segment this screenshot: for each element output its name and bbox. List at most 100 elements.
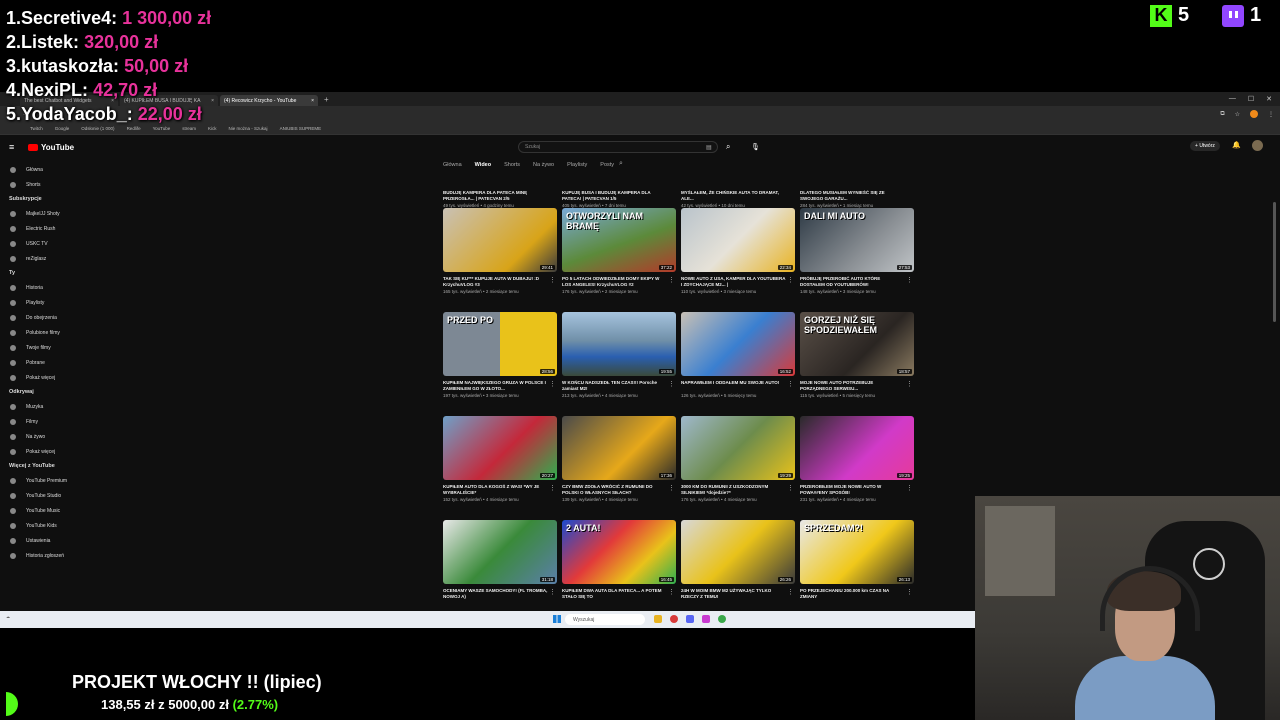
video-card[interactable]: 19:25 PRZEROBIŁEM MOJE NOWE AUTO W POWA##…	[800, 416, 914, 520]
app-icon[interactable]	[702, 615, 710, 623]
video-card[interactable]: 19:29 3000 KM DO RUMUNII Z USZKODZONYM SI…	[681, 416, 795, 520]
video-thumbnail[interactable]: DALI MI AUTO 27:53	[800, 208, 914, 272]
video-card[interactable]: OTWORZYLI NAM BRAMĘ 37:22 PO 5 LATACH ODWI…	[562, 208, 676, 312]
video-thumbnail[interactable]: GORZEJ NIŻ SIĘ SPODZIEWAŁEM 18:57	[800, 312, 914, 376]
video-card[interactable]: DALI MI AUTO 27:53 PRÓBUJĘ PRZEROBIĆ AUTO …	[800, 208, 914, 312]
video-title[interactable]: KUPIŁEM DWA AUTA DLA PATECA... A POTEM S…	[562, 588, 676, 600]
scrollbar[interactable]	[1273, 202, 1276, 322]
sidebar-item[interactable]: Polubione filmy	[0, 325, 90, 340]
video-card[interactable]: PRZED PO 28:56 KUPIŁEM NAJWIĘKSZEGO GRUZA …	[443, 312, 557, 416]
menu-icon[interactable]: ⋮	[1268, 111, 1274, 118]
sidebar-section-header[interactable]: Subskrypcje	[0, 192, 90, 206]
avatar[interactable]	[1252, 140, 1263, 151]
video-title[interactable]: 24H W MOIM BMW M2 UŻYWAJĄC TYLKO RZECZY …	[681, 588, 795, 600]
sidebar-item[interactable]: USKC TV	[0, 236, 90, 251]
sidebar-item[interactable]: Główna	[0, 162, 90, 177]
channel-tab[interactable]: Wideo	[475, 162, 491, 168]
sidebar-item[interactable]: Na żywo	[0, 429, 90, 444]
sidebar-section-header[interactable]: Więcej z YouTube	[0, 459, 90, 473]
more-options-icon[interactable]: ⋮	[549, 380, 556, 388]
video-title[interactable]: PO 5 LATACH ODWIEDZIŁEM DOMY EKIPY W LOS…	[562, 276, 676, 288]
channel-tab[interactable]: Shorts	[504, 162, 520, 168]
video-card[interactable]: 16:52 NAPRAWIŁEM I ODDAŁEM MU SWOJE AUTO!…	[681, 312, 795, 416]
sidebar-item[interactable]: Twoje filmy	[0, 340, 90, 355]
video-card[interactable]: GORZEJ NIŻ SIĘ SPODZIEWAŁEM 18:57 MOJE NOW…	[800, 312, 914, 416]
video-title[interactable]: DLATEGO MUSIAŁEM WYNIEŚĆ SIĘ ZE SWOJEGO …	[800, 190, 914, 202]
bookmark-item[interactable]: Kick	[208, 126, 217, 131]
more-options-icon[interactable]: ⋮	[549, 276, 556, 284]
profile-icon[interactable]	[1250, 110, 1258, 118]
more-options-icon[interactable]: ⋮	[668, 588, 675, 596]
bookmark-item[interactable]: ANIUBIS SUPREME	[280, 126, 322, 131]
more-options-icon[interactable]: ⋮	[668, 484, 675, 492]
maximize-icon[interactable]: ☐	[1248, 95, 1254, 103]
sidebar-item[interactable]: YouTube Music	[0, 503, 90, 518]
channel-tab[interactable]: Posty	[600, 162, 614, 168]
taskbar-search-input[interactable]: Wyszukaj	[565, 614, 645, 625]
bookmark-item[interactable]: YouTube	[153, 126, 171, 131]
bookmark-item[interactable]: stream	[182, 126, 196, 131]
video-thumbnail[interactable]: 26:26	[681, 520, 795, 584]
search-input[interactable]: Szukaj	[518, 141, 718, 153]
sidebar-item[interactable]: Filmy	[0, 414, 90, 429]
video-thumbnail[interactable]: 22:34	[681, 208, 795, 272]
sidebar-item[interactable]: YouTube Premium	[0, 473, 90, 488]
sidebar-item[interactable]: Pobrane	[0, 355, 90, 370]
video-thumbnail[interactable]: 19:29	[681, 416, 795, 480]
video-thumbnail[interactable]: 2 AUTA! 16:45	[562, 520, 676, 584]
video-title[interactable]: MYŚLAŁEM, ŻE CHIŃSKIE AUTA TO DRAMAT, AL…	[681, 190, 795, 202]
sidebar-section-header[interactable]: Ty	[0, 266, 90, 280]
more-options-icon[interactable]: ⋮	[906, 380, 913, 388]
microphone-icon[interactable]: 🎙	[751, 143, 760, 151]
hamburger-menu-icon[interactable]: ≡	[9, 142, 14, 152]
sidebar-item[interactable]: Pokaż więcej	[0, 444, 90, 459]
video-title[interactable]: PRZEROBIŁEM MOJE NOWE AUTO W POWA##ENY S…	[800, 484, 914, 496]
video-thumbnail[interactable]: 29:41	[443, 208, 557, 272]
video-card[interactable]: 29:41 TAK SIĘ KU*** KUPUJE AUTA W DUBAJU!…	[443, 208, 557, 312]
opera-icon[interactable]	[670, 615, 678, 623]
video-card[interactable]: SPRZEDAM?! 26:13 PO PRZEJECHANIU 200.000 k…	[800, 520, 914, 612]
keyboard-icon[interactable]: ▤	[706, 144, 712, 151]
video-title[interactable]: MOJE NOWE AUTO POTRZEBUJE PORZĄDNEGO SER…	[800, 380, 914, 392]
video-title[interactable]: TAK SIĘ KU*** KUPUJE AUTA W DUBAJU! :D K…	[443, 276, 557, 288]
video-title[interactable]: W KOŃCU NADSZEDŁ TEN CZAS!!! Porsche zam…	[562, 380, 676, 392]
sidebar-item[interactable]: MajkelJJ Shoty	[0, 206, 90, 221]
notifications-icon[interactable]: 🔔	[1232, 141, 1241, 149]
video-title[interactable]: NOWE AUTO Z USA, KAMPER DLA YOUTUBERA I …	[681, 276, 795, 288]
video-title[interactable]: PRÓBUJĘ PRZEROBIĆ AUTO KTÓRE DOSTAŁEM OD…	[800, 276, 914, 288]
video-thumbnail[interactable]: 16:52	[681, 312, 795, 376]
video-thumbnail[interactable]: 17:36	[562, 416, 676, 480]
chrome-icon[interactable]	[718, 615, 726, 623]
video-thumbnail[interactable]: PRZED PO 28:56	[443, 312, 557, 376]
video-thumbnail[interactable]: 31:18	[443, 520, 557, 584]
video-card[interactable]: BUDUJĘ KAMPERA DLA PATECA MINĘ PRZEROSŁA…	[443, 186, 557, 208]
video-thumbnail[interactable]: OTWORZYLI NAM BRAMĘ 37:22	[562, 208, 676, 272]
close-tab-icon[interactable]: ×	[311, 98, 314, 104]
bookmark-star-icon[interactable]: ☆	[1235, 111, 1240, 118]
new-tab-button[interactable]: +	[324, 95, 329, 104]
create-button[interactable]: + Utwórz	[1190, 141, 1220, 151]
more-options-icon[interactable]: ⋮	[906, 588, 913, 596]
minimize-icon[interactable]: —	[1229, 95, 1236, 103]
video-title[interactable]: KUPUJĘ BUSA I BUDUJĘ KAMPERA DLA PATECA!…	[562, 190, 676, 202]
close-tab-icon[interactable]: ×	[211, 98, 214, 104]
sidebar-item[interactable]: Playlisty	[0, 295, 90, 310]
more-options-icon[interactable]: ⋮	[787, 484, 794, 492]
close-window-icon[interactable]: ✕	[1266, 95, 1272, 103]
more-options-icon[interactable]: ⋮	[787, 380, 794, 388]
video-card[interactable]: 2 AUTA! 16:45 KUPIŁEM DWA AUTA DLA PATECA.…	[562, 520, 676, 612]
video-card[interactable]: 31:18 OCENIAMY WASZE SAMOCHODY! (FL TROMB…	[443, 520, 557, 612]
video-title[interactable]: CZY BMW ZDOŁA WRÓCIĆ Z RUMUNII DO POLSKI…	[562, 484, 676, 496]
video-thumbnail[interactable]: 20:27	[443, 416, 557, 480]
sidebar-item[interactable]: YouTube Kids	[0, 518, 90, 533]
video-card[interactable]: 20:27 KUPIŁEM AUTO DLA KOGOŚ Z WAS! *WY J…	[443, 416, 557, 520]
more-options-icon[interactable]: ⋮	[906, 276, 913, 284]
video-title[interactable]: NAPRAWIŁEM I ODDAŁEM MU SWOJE AUTO!	[681, 380, 795, 392]
video-title[interactable]: PO PRZEJECHANIU 200.000 km CZAS NA ZMIAN…	[800, 588, 914, 600]
video-title[interactable]: BUDUJĘ KAMPERA DLA PATECA MINĘ PRZEROSŁA…	[443, 190, 557, 202]
video-card[interactable]: 17:36 CZY BMW ZDOŁA WRÓCIĆ Z RUMUNII DO P…	[562, 416, 676, 520]
sidebar-item[interactable]: Muzyka	[0, 399, 90, 414]
youtube-logo[interactable]: YouTube	[28, 143, 74, 152]
sidebar-item[interactable]: Ustawienia	[0, 533, 90, 548]
video-title[interactable]: 3000 KM DO RUMUNII Z USZKODZONYM SILNIKI…	[681, 484, 795, 496]
